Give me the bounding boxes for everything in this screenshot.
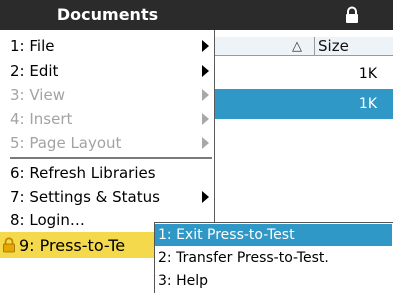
menu-item-insert: 4: Insert (10, 110, 73, 128)
menu-item-file[interactable]: 1: File (10, 35, 210, 58)
file-row[interactable]: 1K (200, 60, 393, 88)
submenu-arrow-icon (202, 191, 209, 203)
menu-item-refresh-libraries[interactable]: 6: Refresh Libraries (10, 162, 210, 185)
submenu-arrow-icon (202, 113, 209, 125)
submenu-arrow-icon (202, 40, 209, 52)
submenu-arrow-icon (202, 65, 209, 77)
file-row-selected[interactable]: 1K (200, 89, 393, 119)
size-column-header[interactable]: Size (318, 36, 349, 56)
menu-separator (10, 157, 212, 159)
submenu-item-help[interactable]: 3: Help (155, 270, 392, 292)
sort-ascending-icon[interactable]: △ (292, 38, 302, 55)
lock-icon (3, 237, 15, 253)
menu-item-edit[interactable]: 2: Edit (10, 60, 210, 83)
submenu-item-transfer-press-to-test[interactable]: 2: Transfer Press-to-Test. (155, 247, 392, 269)
menu-item-page-layout: 5: Page Layout (10, 134, 122, 152)
menu-title: Documents (0, 0, 215, 30)
submenu-arrow-icon (202, 137, 209, 149)
lock-icon (346, 6, 358, 23)
column-divider[interactable] (314, 37, 315, 56)
submenu-arrow-icon (202, 89, 209, 101)
submenu-item-exit-press-to-test[interactable]: 1: Exit Press-to-Test (155, 224, 392, 246)
file-size: 1K (358, 66, 377, 82)
menu-item-settings-status[interactable]: 7: Settings & Status (10, 186, 210, 209)
file-size: 1K (358, 96, 377, 112)
menu-item-view: 3: View (10, 86, 65, 104)
